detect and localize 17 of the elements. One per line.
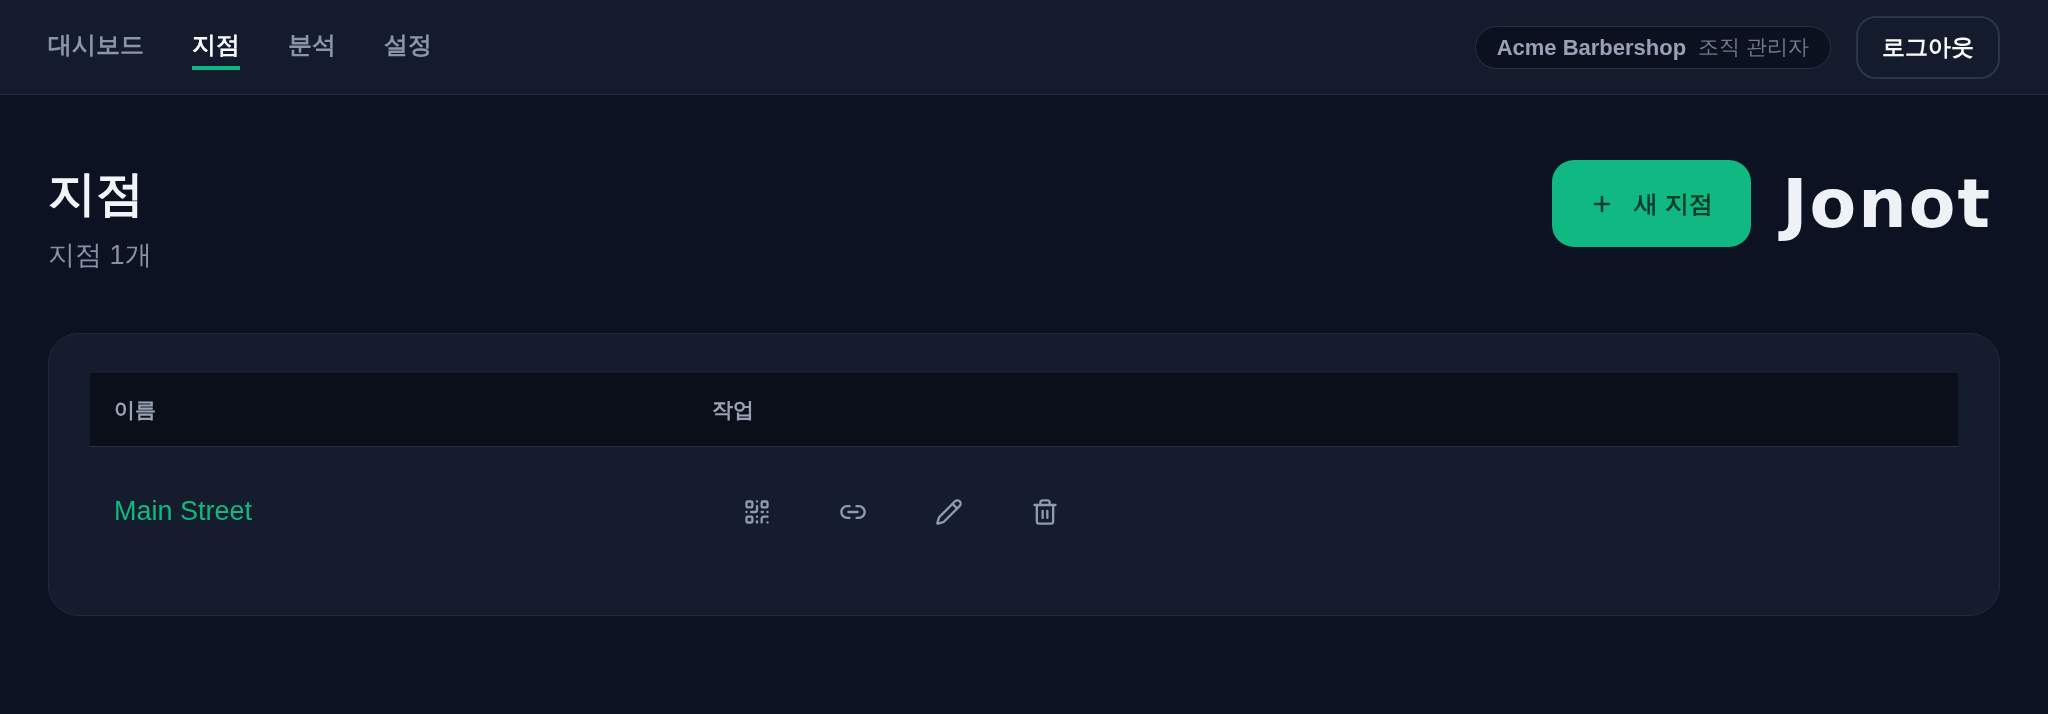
trash-icon <box>1031 497 1059 526</box>
location-name-link[interactable]: Main Street <box>114 496 253 527</box>
organization-name: Acme Barbershop <box>1496 33 1687 62</box>
column-header: 작업 <box>712 397 754 421</box>
new-location-label: 새 지점 <box>1634 188 1714 219</box>
new-location-button[interactable]: 새 지점 <box>1552 160 1752 247</box>
nav-tab[interactable]: 지점 <box>192 29 240 70</box>
qr-code-icon <box>743 497 771 526</box>
column-header: 이름 <box>114 397 156 421</box>
nav-tab[interactable]: 대시보드 <box>48 29 144 70</box>
page-subtitle: 지점 1개 <box>48 239 152 272</box>
page-title: 지점 <box>48 166 145 222</box>
nav-tab[interactable]: 설정 <box>384 29 432 70</box>
logout-button[interactable]: 로그아웃 <box>1856 15 2000 79</box>
role-label: 조직 관리자 <box>1698 34 1809 61</box>
nav-tab[interactable]: 분석 <box>288 29 336 70</box>
pencil-icon <box>935 497 963 526</box>
